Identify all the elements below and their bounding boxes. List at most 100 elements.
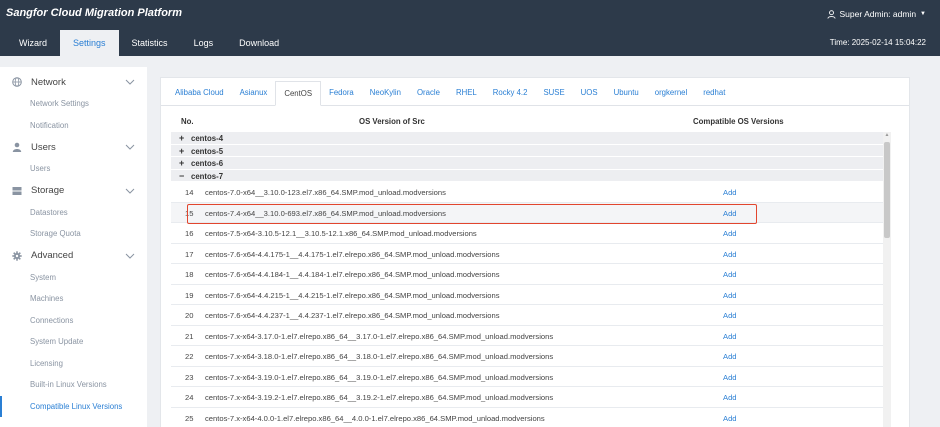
table-row: 22 centos-7.x-x64-3.18.0-1.el7.elrepo.x86… <box>171 346 885 367</box>
sidebar-section-network[interactable]: Network <box>0 71 147 93</box>
sidebar-item-notification[interactable]: Notification <box>0 115 147 137</box>
os-tab-oracle[interactable]: Oracle <box>409 81 448 105</box>
os-tab-redhat[interactable]: redhat <box>695 81 733 105</box>
nav-tab-download[interactable]: Download <box>226 30 292 56</box>
group-row-centos-5[interactable]: + centos-5 <box>171 144 885 157</box>
nav-tab-statistics[interactable]: Statistics <box>119 30 181 56</box>
sidebar-item-built-in-linux-versions[interactable]: Built-in Linux Versions <box>0 374 147 396</box>
row-number: 15 <box>185 208 194 218</box>
table-row: 14 centos-7.0-x64__3.10.0-123.el7.x86_64.… <box>171 182 885 203</box>
os-tab-fedora[interactable]: Fedora <box>321 81 362 105</box>
user-menu[interactable]: Super Admin: admin ▼ <box>826 9 926 19</box>
add-button[interactable]: Add <box>723 352 737 361</box>
caret-down-icon: ▼ <box>920 11 926 17</box>
group-row-centos-4[interactable]: + centos-4 <box>171 132 885 145</box>
storage-icon <box>12 186 22 196</box>
row-number: 18 <box>185 270 194 279</box>
sidebar-section-label: Storage <box>31 185 65 196</box>
table-row: 15 centos-7.4-x64__3.10.0-693.el7.x86_64.… <box>171 202 885 223</box>
chevron-down-icon <box>125 79 135 85</box>
header-compatible-os: Compatible OS Versions <box>693 117 784 126</box>
add-button[interactable]: Add <box>723 373 737 382</box>
os-tab-suse[interactable]: SUSE <box>535 81 572 105</box>
scrollbar[interactable]: ▲ <box>883 132 891 427</box>
top-bar: Sangfor Cloud Migration Platform Super A… <box>0 0 940 56</box>
sidebar-item-users[interactable]: Users <box>0 158 147 180</box>
expand-icon: + <box>179 133 185 143</box>
table-header: No. OS Version of Src Compatible OS Vers… <box>171 114 891 130</box>
os-version-text: centos-7.x-x64-3.17.0-1.el7.elrepo.x86_6… <box>205 331 554 341</box>
sidebar-item-compatible-linux-versions[interactable]: Compatible Linux Versions <box>0 395 147 417</box>
add-button[interactable]: Add <box>723 250 737 259</box>
os-tab-rocky[interactable]: Rocky 4.2 <box>485 81 536 105</box>
group-name: centos-7 <box>191 171 224 181</box>
add-button[interactable]: Add <box>723 393 737 402</box>
add-button[interactable]: Add <box>723 209 737 218</box>
add-button[interactable]: Add <box>723 332 737 341</box>
os-tab-orgkernel[interactable]: orgkernel <box>647 81 696 105</box>
main-panel: Alibaba Cloud Asianux CentOS Fedora NeoK… <box>160 77 910 427</box>
table-row: 21 centos-7.x-x64-3.17.0-1.el7.elrepo.x86… <box>171 326 885 346</box>
nav-tab-settings[interactable]: Settings <box>60 30 119 56</box>
os-version-text: centos-7.x-x64-3.18.0-1.el7.elrepo.x86_6… <box>205 352 554 361</box>
sidebar-item-network-settings[interactable]: Network Settings <box>0 93 147 115</box>
nav-tab-logs[interactable]: Logs <box>181 30 227 56</box>
sidebar-section-advanced[interactable]: Advanced <box>0 245 147 267</box>
os-version-text: centos-7.x-x64-4.0.0-1.el7.elrepo.x86_64… <box>205 413 545 423</box>
group-name: centos-5 <box>191 146 224 156</box>
os-version-text: centos-7.4-x64__3.10.0-693.el7.x86_64.SM… <box>205 208 446 218</box>
group-row-centos-7[interactable]: − centos-7 <box>171 169 885 182</box>
row-number: 22 <box>185 352 194 361</box>
sidebar-section-label: Advanced <box>31 250 74 261</box>
main-nav: Wizard Settings Statistics Logs Download <box>6 30 292 56</box>
table-row: 18 centos-7.6-x64-4.4.184-1__4.4.184-1.el… <box>171 264 885 285</box>
row-number: 16 <box>185 229 194 238</box>
sidebar-item-system[interactable]: System <box>0 267 147 289</box>
add-button[interactable]: Add <box>723 414 737 423</box>
table-body: + centos-4 + centos-5 + centos-6 − centos-7 … <box>171 132 885 427</box>
table-row: 17 centos-7.6-x64-4.4.175-1__4.4.175-1.el… <box>171 244 885 264</box>
os-version-text: centos-7.5-x64-3.10.5-12.1__3.10.5-12.1.… <box>205 229 477 238</box>
os-tab-centos[interactable]: CentOS <box>275 81 322 106</box>
chevron-down-icon <box>125 144 135 150</box>
header-no: No. <box>181 117 194 126</box>
scrollbar-thumb[interactable] <box>884 142 890 238</box>
add-button[interactable]: Add <box>723 229 737 238</box>
row-number: 21 <box>185 331 194 341</box>
sidebar-section-storage[interactable]: Storage <box>0 180 147 202</box>
table-row: 23 centos-7.x-x64-3.19.0-1.el7.elrepo.x86… <box>171 367 885 387</box>
expand-icon: + <box>179 145 185 156</box>
os-tab-ubuntu[interactable]: Ubuntu <box>606 81 647 105</box>
sidebar-section-users[interactable]: Users <box>0 136 147 158</box>
add-button[interactable]: Add <box>723 188 737 197</box>
sidebar-item-system-update[interactable]: System Update <box>0 331 147 353</box>
sidebar: Network Network Settings Notification Us… <box>0 67 147 427</box>
add-button[interactable]: Add <box>723 270 737 279</box>
sidebar-item-connections[interactable]: Connections <box>0 310 147 332</box>
row-number: 14 <box>185 188 194 197</box>
os-tab-alibaba-cloud[interactable]: Alibaba Cloud <box>167 81 232 105</box>
nav-tab-wizard[interactable]: Wizard <box>6 30 60 56</box>
row-number: 19 <box>185 290 194 300</box>
os-tab-asianux[interactable]: Asianux <box>232 81 276 105</box>
chevron-down-icon <box>125 253 135 259</box>
sidebar-item-machines[interactable]: Machines <box>0 288 147 310</box>
version-rows: 14 centos-7.0-x64__3.10.0-123.el7.x86_64.… <box>171 182 885 427</box>
os-tab-neokylin[interactable]: NeoKylin <box>362 81 409 105</box>
table-row: 16 centos-7.5-x64-3.10.5-12.1__3.10.5-12.… <box>171 223 885 244</box>
collapse-icon: − <box>179 170 185 181</box>
sidebar-section-label: Network <box>31 76 66 88</box>
user-icon <box>826 9 836 19</box>
sidebar-item-storage-quota[interactable]: Storage Quota <box>0 223 147 245</box>
group-name: centos-6 <box>191 159 224 168</box>
app-title: Sangfor Cloud Migration Platform <box>6 7 182 19</box>
os-tab-uos[interactable]: UOS <box>573 81 606 105</box>
sidebar-item-datastores[interactable]: Datastores <box>0 202 147 224</box>
group-row-centos-6[interactable]: + centos-6 <box>171 157 885 170</box>
os-tab-rhel[interactable]: RHEL <box>448 81 485 105</box>
add-button[interactable]: Add <box>723 311 737 320</box>
scroll-up-icon[interactable]: ▲ <box>884 132 890 138</box>
row-number: 17 <box>185 249 194 259</box>
add-button[interactable]: Add <box>723 291 737 300</box>
sidebar-item-licensing[interactable]: Licensing <box>0 353 147 375</box>
